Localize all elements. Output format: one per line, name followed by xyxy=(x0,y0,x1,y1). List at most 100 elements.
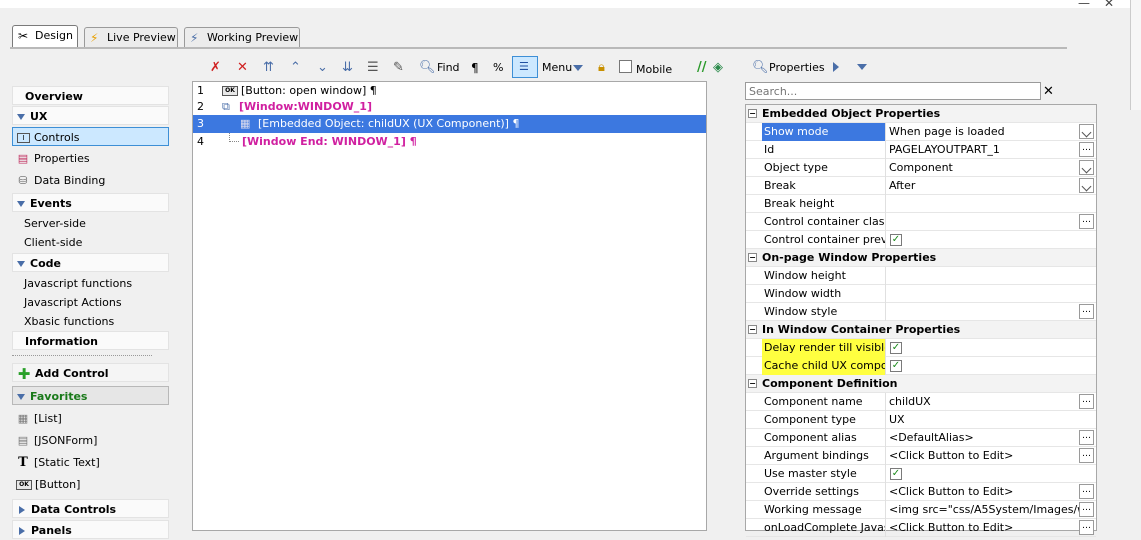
tab-working-preview[interactable]: ⚡ Working Preview xyxy=(184,27,300,49)
fav-list[interactable]: ▦ [List] xyxy=(12,409,169,428)
collapse-icon[interactable]: − xyxy=(748,379,757,388)
nav-data-binding[interactable]: ⛁ Data Binding xyxy=(12,171,169,190)
prop-row[interactable]: Object type Component xyxy=(746,159,1096,177)
nav-server-side[interactable]: Server-side xyxy=(12,214,169,233)
prop-value[interactable] xyxy=(887,195,1079,213)
checkbox-checked[interactable]: ✓ xyxy=(890,468,902,480)
menu-chevron-down-icon[interactable] xyxy=(573,65,583,71)
category-on-page-window[interactable]: − On-page Window Properties xyxy=(746,249,1096,267)
find-icon[interactable]: 🔍︎ xyxy=(419,60,436,76)
prop-row[interactable]: Use master style ✓ xyxy=(746,465,1096,483)
chevron-down-icon[interactable] xyxy=(1079,124,1094,139)
fav-static-text[interactable]: T [Static Text] xyxy=(12,453,169,472)
ellipsis-button[interactable]: … xyxy=(1079,304,1094,319)
nav-data-controls[interactable]: Data Controls xyxy=(12,499,169,518)
play-icon[interactable] xyxy=(833,62,839,72)
nav-client-side[interactable]: Client-side xyxy=(12,233,169,252)
percent-button[interactable]: % xyxy=(493,60,503,76)
close-window-icon[interactable]: ✕ xyxy=(1104,0,1114,10)
find-button[interactable]: Find xyxy=(437,60,460,76)
move-up-icon[interactable]: ⌃ xyxy=(290,60,301,76)
nav-information[interactable]: Information xyxy=(12,331,169,350)
nav-javascript-actions[interactable]: Javascript Actions xyxy=(12,293,169,312)
comment-icon[interactable]: // xyxy=(697,60,707,76)
collapse-icon[interactable]: − xyxy=(748,109,757,118)
clear-search-icon[interactable]: ✕ xyxy=(1043,84,1054,99)
prop-value[interactable]: <Click Button to Edit> xyxy=(887,483,1079,501)
outer-scrollbar[interactable] xyxy=(1130,0,1141,110)
editor-row-selected[interactable]: 3 ▦ [Embedded Object: childUX (UX Compon… xyxy=(193,115,706,133)
prop-value[interactable]: ✓ xyxy=(887,339,1079,357)
prop-row[interactable]: Show mode When page is loaded xyxy=(746,123,1096,141)
prop-value[interactable]: <img src="css/A5System/Images/wait.g xyxy=(887,501,1079,519)
prop-value[interactable]: Component xyxy=(887,159,1079,177)
prop-row[interactable]: Cache child UX componen ✓ xyxy=(746,357,1096,375)
chevron-down-icon[interactable] xyxy=(1079,160,1094,175)
category-component-definition[interactable]: − Component Definition xyxy=(746,375,1096,393)
tab-live-preview[interactable]: ⚡ Live Preview xyxy=(84,27,178,49)
collapse-icon[interactable]: − xyxy=(748,325,757,334)
prop-value[interactable] xyxy=(887,285,1079,303)
prop-row[interactable]: Window height xyxy=(746,267,1096,285)
prop-value[interactable]: UX xyxy=(887,411,1079,429)
chevron-down-icon[interactable] xyxy=(1079,178,1094,193)
move-top-icon[interactable]: ⇈ xyxy=(263,60,274,76)
prop-row[interactable]: Argument bindings <Click Button to Edit>… xyxy=(746,447,1096,465)
editor-row[interactable]: 2 ⧉ [Window:WINDOW_1] xyxy=(193,98,706,116)
category-in-window-container[interactable]: − In Window Container Properties xyxy=(746,321,1096,339)
nav-overview[interactable]: Overview xyxy=(12,86,169,105)
prop-row[interactable]: Working message <img src="css/A5System/Im… xyxy=(746,501,1096,519)
prop-row[interactable]: onLoadComplete Javascri<Click Button to … xyxy=(746,519,1096,537)
category-embedded-object[interactable]: − Embedded Object Properties xyxy=(746,105,1096,123)
checkbox-checked[interactable]: ✓ xyxy=(890,234,902,246)
lock-icon[interactable]: 🔒︎ xyxy=(598,60,605,76)
delete-icon[interactable]: ✕ xyxy=(237,60,248,76)
prop-value[interactable]: childUX xyxy=(887,393,1079,411)
prop-value[interactable]: ✓ xyxy=(887,231,1079,249)
properties-search-box[interactable] xyxy=(745,82,1041,100)
prop-value[interactable] xyxy=(887,267,1079,285)
nav-code[interactable]: Code xyxy=(12,253,169,272)
nav-panels[interactable]: Panels xyxy=(12,520,169,539)
minimize-icon[interactable]: — xyxy=(1078,0,1090,10)
line-numbers-toggle[interactable]: ☰ xyxy=(512,56,538,78)
prop-value[interactable]: <DefaultAlias> xyxy=(887,429,1079,447)
menu-button[interactable]: Menu xyxy=(542,60,572,76)
prop-row[interactable]: Delay render till visible ✓ xyxy=(746,339,1096,357)
prop-value[interactable] xyxy=(887,213,1079,231)
nav-xbasic-functions[interactable]: Xbasic functions xyxy=(12,312,169,331)
prop-row[interactable]: Id PAGELAYOUTPART_1… xyxy=(746,141,1096,159)
ellipsis-button[interactable]: … xyxy=(1079,502,1094,517)
checkbox-checked[interactable]: ✓ xyxy=(890,360,902,372)
prop-value[interactable]: After xyxy=(887,177,1079,195)
prop-row[interactable]: Component name childUX… xyxy=(746,393,1096,411)
delete-all-icon[interactable]: ✗ xyxy=(210,60,221,76)
layout-editor[interactable]: 1 OK [Button: open window] ¶ 2 ⧉ [Window… xyxy=(192,81,707,531)
fav-jsonform[interactable]: ▤ [JSONForm] xyxy=(12,431,169,450)
ellipsis-button[interactable]: … xyxy=(1079,484,1094,499)
prop-value[interactable]: PAGELAYOUTPART_1 xyxy=(887,141,1079,159)
collapse-icon[interactable]: − xyxy=(748,253,757,262)
tab-design[interactable]: ✂ Design xyxy=(12,25,78,49)
nav-controls[interactable]: I Controls xyxy=(12,127,169,146)
prop-row[interactable]: Control container preven ✓ xyxy=(746,231,1096,249)
nav-ux[interactable]: UX xyxy=(12,106,169,125)
prop-row[interactable]: Control container class na… xyxy=(746,213,1096,231)
edit-tool-icon[interactable]: ✎ xyxy=(393,60,404,76)
prop-row[interactable]: Override settings <Click Button to Edit>… xyxy=(746,483,1096,501)
prop-row[interactable]: Break height xyxy=(746,195,1096,213)
prop-row[interactable]: Component alias <DefaultAlias>… xyxy=(746,429,1096,447)
add-control-button[interactable]: ✚ Add Control xyxy=(12,363,169,382)
ellipsis-button[interactable]: … xyxy=(1079,394,1094,409)
editor-row[interactable]: 4 [Window End: WINDOW_1] ¶ xyxy=(193,133,706,151)
checkbox-checked[interactable]: ✓ xyxy=(890,342,902,354)
mobile-checkbox[interactable] xyxy=(619,60,632,73)
nav-javascript-functions[interactable]: Javascript functions xyxy=(12,274,169,293)
prop-row[interactable]: Component type UX xyxy=(746,411,1096,429)
indent-icon[interactable]: ☰ xyxy=(367,60,379,76)
component-icon[interactable]: ◈ xyxy=(713,60,723,76)
ellipsis-button[interactable]: … xyxy=(1079,142,1094,157)
properties-menu-chevron-icon[interactable] xyxy=(857,64,867,70)
nav-properties[interactable]: ▤ Properties xyxy=(12,149,169,168)
move-bottom-icon[interactable]: ⇊ xyxy=(342,60,353,76)
